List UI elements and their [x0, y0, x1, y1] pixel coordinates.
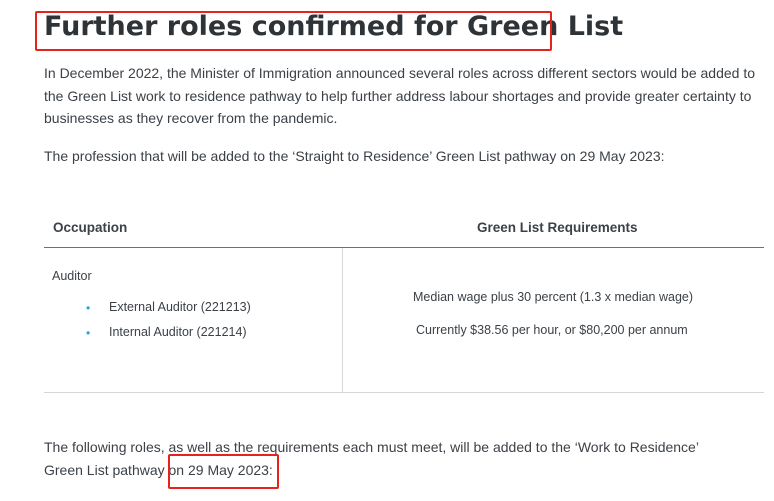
following-line-1: The following roles, as well as the requ… — [44, 439, 699, 455]
profession-paragraph: The profession that will be added to the… — [44, 148, 665, 164]
bullet-icon: • — [86, 301, 91, 315]
table-bottom-divider — [44, 392, 764, 393]
sub-role-label: External Auditor (221213) — [109, 300, 251, 314]
following-line-2-prefix: Green List pathway — [44, 461, 169, 478]
requirement-current-rate: Currently $38.56 per hour, or $80,200 pe… — [416, 323, 688, 337]
intro-paragraph: In December 2022, the Minister of Immigr… — [44, 65, 756, 126]
list-item: • External Auditor (221213) — [84, 298, 251, 323]
table-column-divider — [342, 248, 343, 392]
date-highlight-box — [168, 454, 279, 489]
following-paragraph: The following roles, as well as the requ… — [44, 436, 764, 481]
table-header-divider — [44, 247, 764, 248]
bullet-icon: • — [86, 326, 91, 340]
sub-role-label: Internal Auditor (221214) — [109, 325, 247, 339]
table-header-requirements: Green List Requirements — [477, 220, 638, 235]
title-highlight-box — [35, 11, 552, 51]
table-header-occupation: Occupation — [53, 220, 128, 235]
green-list-table: Occupation Green List Requirements Audit… — [44, 210, 764, 393]
requirement-wage-rule: Median wage plus 30 percent (1.3 x media… — [413, 290, 694, 304]
sub-role-list: • External Auditor (221213) • Internal A… — [84, 298, 251, 348]
occupation-name: Auditor — [52, 269, 92, 283]
list-item: • Internal Auditor (221214) — [84, 323, 251, 348]
